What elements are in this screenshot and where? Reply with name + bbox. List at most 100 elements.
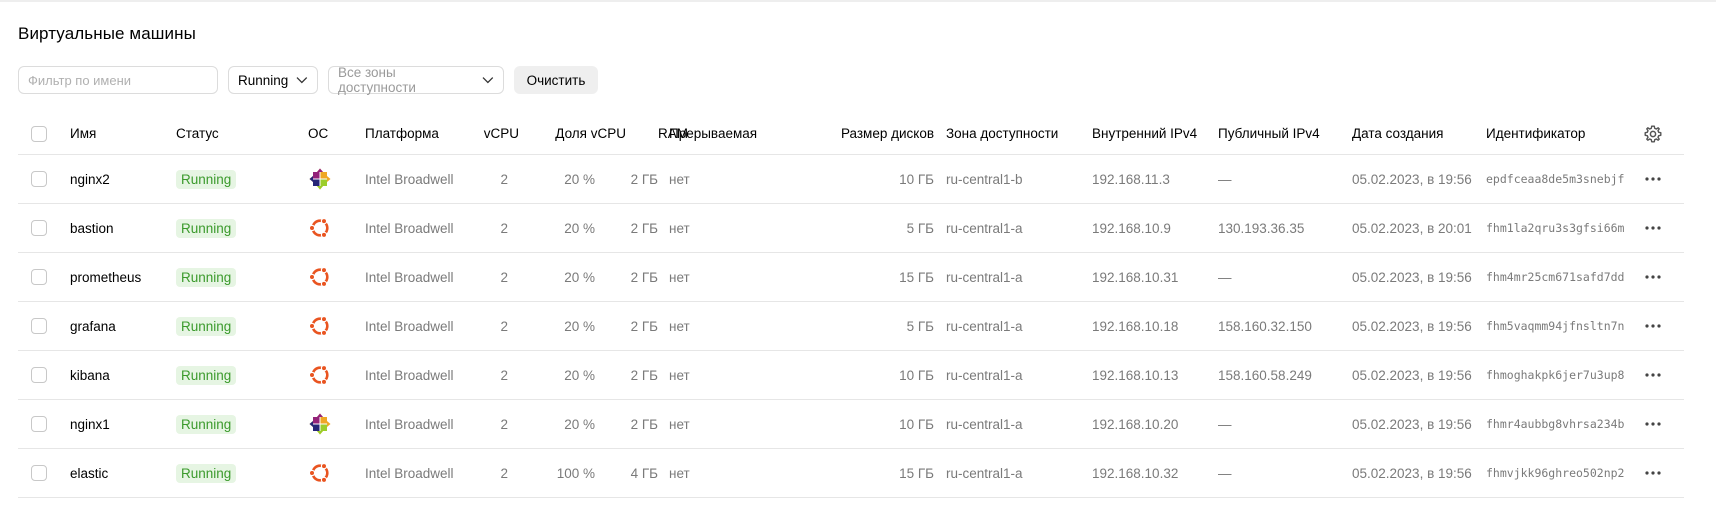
created-date: 05.02.2023, в 19:56 — [1352, 367, 1472, 383]
availability-zone: ru-central1-a — [946, 318, 1023, 334]
zone-filter-value: Все зоны доступности — [338, 65, 416, 95]
header-preemptible[interactable]: Прерываемая — [669, 113, 757, 154]
internal-ipv4: 192.168.10.13 — [1092, 367, 1179, 383]
preemptible: нет — [669, 220, 690, 236]
vm-name[interactable]: elastic — [70, 449, 108, 497]
header-vcpu-share[interactable]: Доля vCPU — [544, 113, 626, 154]
select-all-checkbox[interactable] — [31, 125, 47, 142]
table-row[interactable]: nginx1 Running Intel Broadwell 2 20 % 2 … — [18, 400, 1684, 449]
header-zone[interactable]: Зона доступности — [946, 113, 1058, 154]
public-ipv4: — — [1218, 416, 1232, 432]
ubuntu-icon — [308, 363, 332, 387]
header-vcpu[interactable]: vCPU — [464, 113, 519, 154]
name-filter-input[interactable] — [18, 66, 218, 94]
platform: Intel Broadwell — [365, 318, 454, 334]
vm-name[interactable]: bastion — [70, 204, 114, 252]
internal-ipv4: 192.168.10.9 — [1092, 220, 1171, 236]
vcpu-count: 2 — [500, 416, 508, 432]
table-row[interactable]: nginx2 Running Intel Broadwell 2 20 % 2 … — [18, 155, 1684, 204]
vm-name[interactable]: grafana — [70, 302, 116, 350]
more-actions-icon[interactable] — [1643, 218, 1663, 238]
header-internal-ipv4[interactable]: Внутренний IPv4 — [1092, 113, 1197, 154]
status-filter-select[interactable]: Running — [228, 66, 318, 94]
ram-size: 2 ГБ — [630, 171, 658, 187]
created-date: 05.02.2023, в 19:56 — [1352, 269, 1472, 285]
header-disk-size[interactable]: Размер дисков — [824, 113, 934, 154]
header-os[interactable]: ОС — [308, 113, 328, 154]
vm-name[interactable]: nginx2 — [70, 155, 110, 203]
ram-size: 2 ГБ — [630, 318, 658, 334]
more-actions-icon[interactable] — [1643, 365, 1663, 385]
ram-size: 2 ГБ — [630, 220, 658, 236]
ram-size: 2 ГБ — [630, 416, 658, 432]
header-name[interactable]: Имя — [70, 113, 96, 154]
vm-id: fhmvjkk96ghreo502np2 — [1486, 466, 1625, 480]
header-platform[interactable]: Платформа — [365, 113, 439, 154]
row-checkbox[interactable] — [31, 416, 47, 432]
more-actions-icon[interactable] — [1643, 316, 1663, 336]
header-public-ipv4[interactable]: Публичный IPv4 — [1218, 113, 1320, 154]
status-badge: Running — [176, 169, 237, 189]
preemptible: нет — [669, 367, 690, 383]
vcpu-share: 20 % — [564, 220, 595, 236]
created-date: 05.02.2023, в 19:56 — [1352, 318, 1472, 334]
preemptible: нет — [669, 269, 690, 285]
ubuntu-icon — [308, 314, 332, 338]
public-ipv4: — — [1218, 465, 1232, 481]
disk-size: 10 ГБ — [899, 416, 934, 432]
centos-icon — [308, 412, 332, 436]
internal-ipv4: 192.168.10.32 — [1092, 465, 1179, 481]
table-row[interactable]: elastic Running Intel Broadwell 2 100 % … — [18, 449, 1684, 498]
ram-size: 4 ГБ — [630, 465, 658, 481]
platform: Intel Broadwell — [365, 465, 454, 481]
status-badge: Running — [176, 365, 237, 385]
row-checkbox[interactable] — [31, 367, 47, 383]
row-checkbox[interactable] — [31, 220, 47, 236]
header-id[interactable]: Идентификатор — [1486, 113, 1585, 154]
more-actions-icon[interactable] — [1643, 267, 1663, 287]
status-badge: Running — [176, 267, 237, 287]
disk-size: 15 ГБ — [899, 269, 934, 285]
table-row[interactable]: bastion Running Intel Broadwell 2 20 % 2… — [18, 204, 1684, 253]
vcpu-share: 20 % — [564, 171, 595, 187]
disk-size: 5 ГБ — [906, 220, 934, 236]
table-row[interactable]: grafana Running Intel Broadwell 2 20 % 2… — [18, 302, 1684, 351]
preemptible: нет — [669, 318, 690, 334]
availability-zone: ru-central1-a — [946, 220, 1023, 236]
table-row[interactable]: kibana Running Intel Broadwell 2 20 % 2 … — [18, 351, 1684, 400]
vm-name[interactable]: nginx1 — [70, 400, 110, 448]
ram-size: 2 ГБ — [630, 269, 658, 285]
internal-ipv4: 192.168.10.18 — [1092, 318, 1179, 334]
status-badge: Running — [176, 218, 237, 238]
zone-filter-select[interactable]: Все зоны доступности — [328, 65, 504, 95]
created-date: 05.02.2023, в 19:56 — [1352, 171, 1472, 187]
status-filter-value: Running — [238, 72, 289, 88]
platform: Intel Broadwell — [365, 416, 454, 432]
header-status[interactable]: Статус — [176, 113, 219, 154]
ubuntu-icon — [308, 216, 332, 240]
vcpu-share: 20 % — [564, 318, 595, 334]
header-created[interactable]: Дата создания — [1352, 113, 1444, 154]
gear-icon[interactable] — [1643, 124, 1663, 144]
vcpu-share: 100 % — [556, 465, 595, 481]
status-badge: Running — [176, 463, 237, 483]
availability-zone: ru-central1-a — [946, 269, 1023, 285]
vm-name[interactable]: prometheus — [70, 253, 141, 301]
row-checkbox[interactable] — [31, 269, 47, 285]
vm-name[interactable]: kibana — [70, 351, 110, 399]
row-checkbox[interactable] — [31, 465, 47, 481]
availability-zone: ru-central1-b — [946, 171, 1023, 187]
more-actions-icon[interactable] — [1643, 169, 1663, 189]
table-header-row: Имя Статус ОС Платформа vCPU Доля vCPU R… — [18, 113, 1684, 155]
more-actions-icon[interactable] — [1643, 463, 1663, 483]
platform: Intel Broadwell — [365, 269, 454, 285]
row-checkbox[interactable] — [31, 318, 47, 334]
page-title: Виртуальные машины — [18, 24, 196, 43]
ubuntu-icon — [308, 461, 332, 485]
platform: Intel Broadwell — [365, 220, 454, 236]
table-row[interactable]: prometheus Running Intel Broadwell 2 20 … — [18, 253, 1684, 302]
clear-filters-button[interactable]: Очистить — [514, 66, 598, 94]
row-checkbox[interactable] — [31, 171, 47, 187]
more-actions-icon[interactable] — [1643, 414, 1663, 434]
vcpu-count: 2 — [500, 465, 508, 481]
